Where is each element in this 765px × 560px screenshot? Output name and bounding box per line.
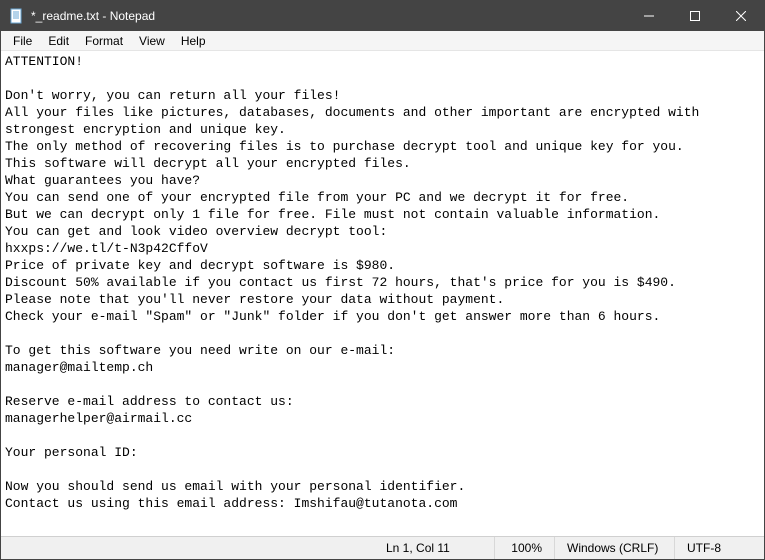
statusbar: Ln 1, Col 11 100% Windows (CRLF) UTF-8 — [1, 536, 764, 559]
status-encoding: UTF-8 — [674, 537, 764, 559]
menu-edit[interactable]: Edit — [40, 32, 77, 50]
menu-view[interactable]: View — [131, 32, 173, 50]
text-area[interactable]: ATTENTION! Don't worry, you can return a… — [1, 51, 764, 536]
window-title: *_readme.txt - Notepad — [31, 9, 155, 23]
document-text[interactable]: ATTENTION! Don't worry, you can return a… — [1, 51, 764, 514]
titlebar[interactable]: *_readme.txt - Notepad — [1, 1, 764, 31]
close-button[interactable] — [718, 1, 764, 31]
status-caret-position: Ln 1, Col 11 — [374, 537, 494, 559]
notepad-window: *_readme.txt - Notepad File Edit Format … — [0, 0, 765, 560]
menu-file[interactable]: File — [5, 32, 40, 50]
minimize-button[interactable] — [626, 1, 672, 31]
status-line-ending: Windows (CRLF) — [554, 537, 674, 559]
status-zoom: 100% — [494, 537, 554, 559]
menu-format[interactable]: Format — [77, 32, 131, 50]
menubar: File Edit Format View Help — [1, 31, 764, 51]
maximize-button[interactable] — [672, 1, 718, 31]
menu-help[interactable]: Help — [173, 32, 214, 50]
notepad-app-icon — [9, 8, 25, 24]
